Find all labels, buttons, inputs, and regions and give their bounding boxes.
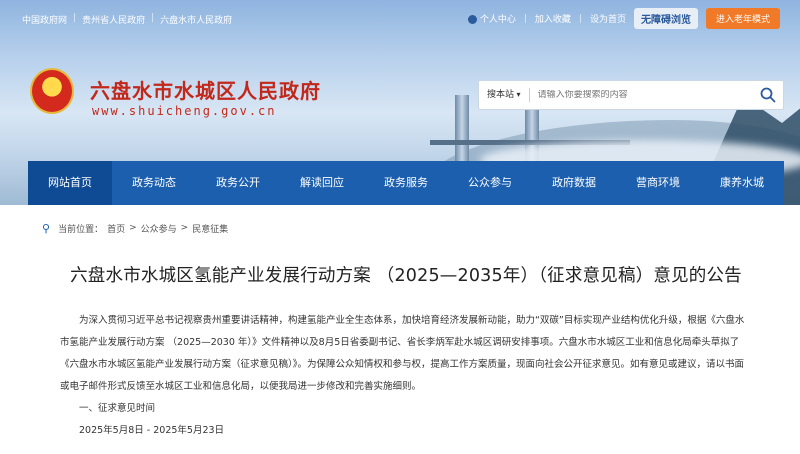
article-body: 为深入贯彻习近平总书记视察贵州重要讲话精神，构建氢能产业全生态体系，加快培育经济… — [60, 310, 750, 442]
section-heading: 一、征求意见时间 — [79, 403, 156, 414]
search-box: 搜本站 — [478, 80, 784, 110]
user-icon — [467, 15, 477, 24]
search-icon[interactable] — [753, 81, 783, 109]
star-icon: ★ — [46, 77, 59, 93]
breadcrumb-home[interactable]: 首页 — [107, 222, 125, 235]
nav-government-affairs[interactable]: 政务公开 — [196, 161, 280, 205]
nav-public-participation[interactable]: 公众参与 — [448, 161, 532, 205]
link-gov-cn[interactable]: 中国政府网 — [22, 13, 67, 26]
add-favorite-link[interactable]: 加入收藏 — [535, 12, 571, 25]
nav-wellness-shuicheng[interactable]: 康养水城 — [700, 161, 784, 205]
user-center-label: 个人中心 — [479, 15, 516, 25]
search-scope-select[interactable]: 搜本站 — [479, 88, 530, 102]
site-url: www.shuicheng.gov.cn — [92, 104, 277, 118]
top-actions: 个人中心 | 加入收藏 | 设为首页 无障碍浏览 进入老年模式 — [467, 8, 780, 29]
link-guizhou-gov[interactable]: 贵州省人民政府 — [82, 13, 145, 26]
main-nav: 网站首页 政务动态 政务公开 解读回应 政务服务 公众参与 政府数据 营商环境 … — [28, 161, 784, 205]
search-input[interactable] — [529, 90, 753, 100]
breadcrumb: ⚲ 当前位置： 首页 > 公众参与 > 民意征集 — [28, 216, 784, 240]
breadcrumb-separator: > — [129, 223, 137, 233]
nav-interpretation[interactable]: 解读回应 — [280, 161, 364, 205]
separator: | — [73, 13, 77, 23]
breadcrumb-opinion-collection[interactable]: 民意征集 — [192, 222, 228, 235]
separator: | — [523, 13, 527, 24]
national-emblem-icon: ★ — [30, 68, 74, 114]
nav-home[interactable]: 网站首页 — [28, 161, 112, 205]
nav-government-services[interactable]: 政务服务 — [364, 161, 448, 205]
breadcrumb-prefix: 当前位置： — [58, 224, 104, 235]
article-paragraph: 为深入贯彻习近平总书记视察贵州重要讲话精神，构建氢能产业全生态体系，加快培育经济… — [60, 315, 745, 392]
breadcrumb-separator: > — [180, 223, 189, 233]
accessibility-button[interactable]: 无障碍浏览 — [633, 8, 698, 29]
nav-government-data[interactable]: 政府数据 — [532, 161, 616, 205]
separator: | — [578, 13, 582, 24]
link-liupanshui-gov[interactable]: 六盘水市人民政府 — [160, 13, 232, 26]
site-title[interactable]: 六盘水市水城区人民政府 — [90, 75, 321, 104]
elder-mode-button[interactable]: 进入老年模式 — [705, 8, 780, 29]
article-title: 六盘水市水城区氢能产业发展行动方案 （2025—2035年）（征求意见稿）意见的… — [70, 266, 742, 286]
nav-government-news[interactable]: 政务动态 — [112, 161, 196, 205]
breadcrumb-public-participation[interactable]: 公众参与 — [141, 222, 177, 235]
location-pin-icon: ⚲ — [42, 221, 51, 235]
top-bar: 中国政府网 | 贵州省人民政府 | 六盘水市人民政府 个人中心 | 加入收藏 |… — [0, 0, 800, 36]
top-links: 中国政府网 | 贵州省人民政府 | 六盘水市人民政府 — [22, 13, 232, 26]
separator: | — [151, 13, 155, 23]
comment-period-dates: 2025年5月8日 - 2025年5月23日 — [79, 425, 225, 436]
set-home-link[interactable]: 设为首页 — [590, 12, 626, 25]
nav-business-environment[interactable]: 营商环境 — [616, 161, 700, 205]
user-center-link[interactable]: 个人中心 — [467, 12, 516, 25]
